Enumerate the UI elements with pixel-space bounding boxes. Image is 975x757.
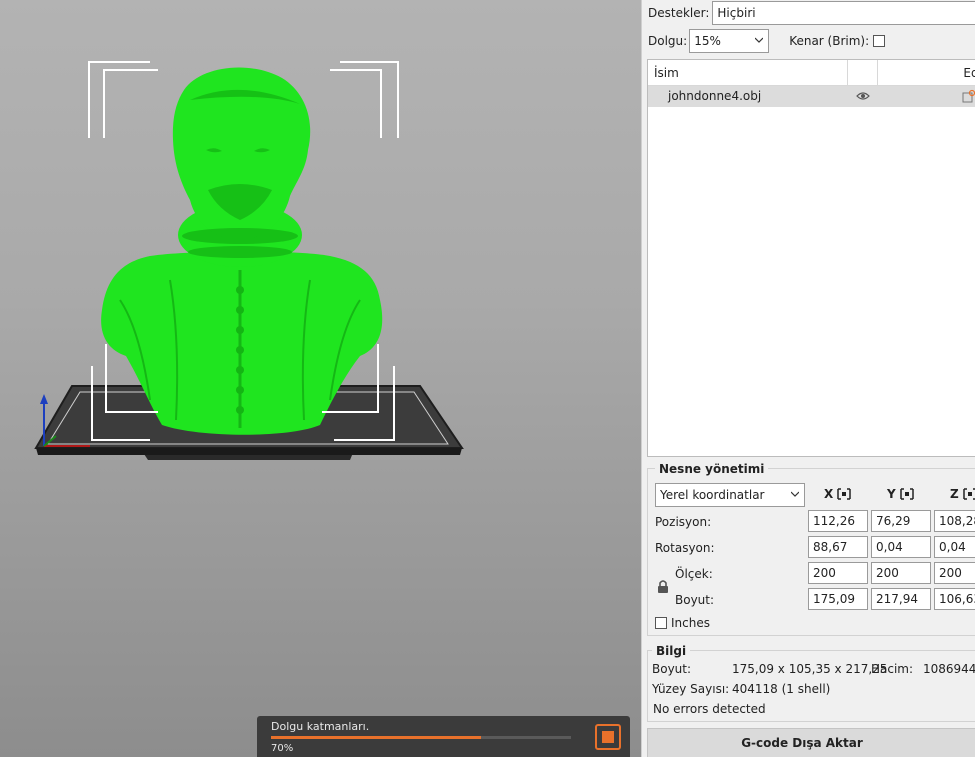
info-facets-value: 404118 (1 shell) [732,682,831,696]
infill-value: 15% [694,34,721,48]
axis-header-x: X [824,487,852,501]
supports-label: Destekler: [648,6,710,20]
size-z-input[interactable]: 106,63 [934,588,975,610]
inches-row: Inches [655,616,710,630]
size-y-input[interactable]: 217,94 [871,588,931,610]
axis-header-z: Z [950,487,975,501]
object-list-header: İsim Editi [648,60,975,86]
position-label: Pozisyon: [655,515,712,529]
brim-checkbox[interactable] [873,35,886,47]
rotation-y-input[interactable]: 0,04 [871,536,931,558]
rotation-x-input[interactable]: 88,67 [808,536,868,558]
info-title: Bilgi [652,644,691,658]
scale-z-input[interactable]: 200 [934,562,975,584]
settings-panel: Destekler: Hiçbiri Dolgu: 15% Kenar (Bri… [641,0,975,757]
column-editing[interactable]: Editi [878,60,975,86]
info-errors: No errors detected [653,702,766,716]
chevron-down-icon [791,491,799,497]
object-name: johndonne4.obj [668,89,762,103]
object-manipulation-title: Nesne yönetimi [655,462,769,476]
object-list[interactable]: İsim Editi johndonne4.obj [647,59,975,457]
progress-percent: 70% [271,743,294,754]
object-list-row[interactable]: johndonne4.obj [648,86,975,107]
edit-icon[interactable] [962,89,975,103]
3d-viewport[interactable]: Dolgu katmanları. 70% [0,0,641,757]
chevron-down-icon [755,37,764,43]
column-name[interactable]: İsim [648,60,848,86]
stop-icon [602,731,614,743]
progress-track [271,736,571,739]
info-size-value: 175,09 x 105,35 x 217,25 [732,662,888,676]
progress-fill [271,736,481,739]
axis-y-label: Y [887,487,896,501]
coordinate-system-value: Yerel koordinatlar [660,488,765,502]
rotation-label: Rotasyon: [655,541,715,555]
rotation-z-input[interactable]: 0,04 [934,536,975,558]
coordinate-system-select[interactable]: Yerel koordinatlar [655,483,805,507]
infill-select[interactable]: 15% [689,29,770,53]
export-gcode-button[interactable]: G-code Dışa Aktar [647,728,975,757]
slicing-progress-panel: Dolgu katmanları. 70% [257,716,630,757]
info-size-label: Boyut: [652,662,692,676]
size-x-input[interactable]: 175,09 [808,588,868,610]
position-y-input[interactable]: 76,29 [871,510,931,532]
stop-slicing-button[interactable] [595,724,621,750]
axis-header-y: Y [887,487,914,501]
inches-label: Inches [671,616,710,630]
position-z-input[interactable]: 108,28 [934,510,975,532]
infill-row: Dolgu: 15% Kenar (Brim): [648,29,886,53]
size-label: Boyut: [675,593,715,607]
scale-x-input[interactable]: 200 [808,562,868,584]
drop-to-bed-icon[interactable] [962,488,975,500]
brim-label: Kenar (Brim): [789,34,870,48]
scale-label: Ölçek: [675,567,713,581]
inches-checkbox[interactable] [655,617,667,629]
drop-to-bed-icon[interactable] [899,488,914,500]
drop-to-bed-icon[interactable] [837,488,852,500]
info-volume-value: 1086944,1 [923,662,975,676]
position-x-input[interactable]: 112,26 [808,510,868,532]
supports-select[interactable]: Hiçbiri [712,1,975,25]
axis-x-label: X [824,487,834,501]
info-volume-label: Hacim: [871,662,914,676]
scale-y-input[interactable]: 200 [871,562,931,584]
progress-label: Dolgu katmanları. [271,720,370,733]
lock-icon[interactable] [657,579,669,594]
scene-canvas[interactable] [0,0,641,757]
info-facets-label: Yüzey Sayısı: [652,682,730,696]
infill-label: Dolgu: [648,34,688,48]
supports-row: Destekler: Hiçbiri [648,1,975,25]
column-visibility[interactable] [848,60,878,86]
eye-icon[interactable] [856,91,870,101]
axis-z-label: Z [950,487,959,501]
